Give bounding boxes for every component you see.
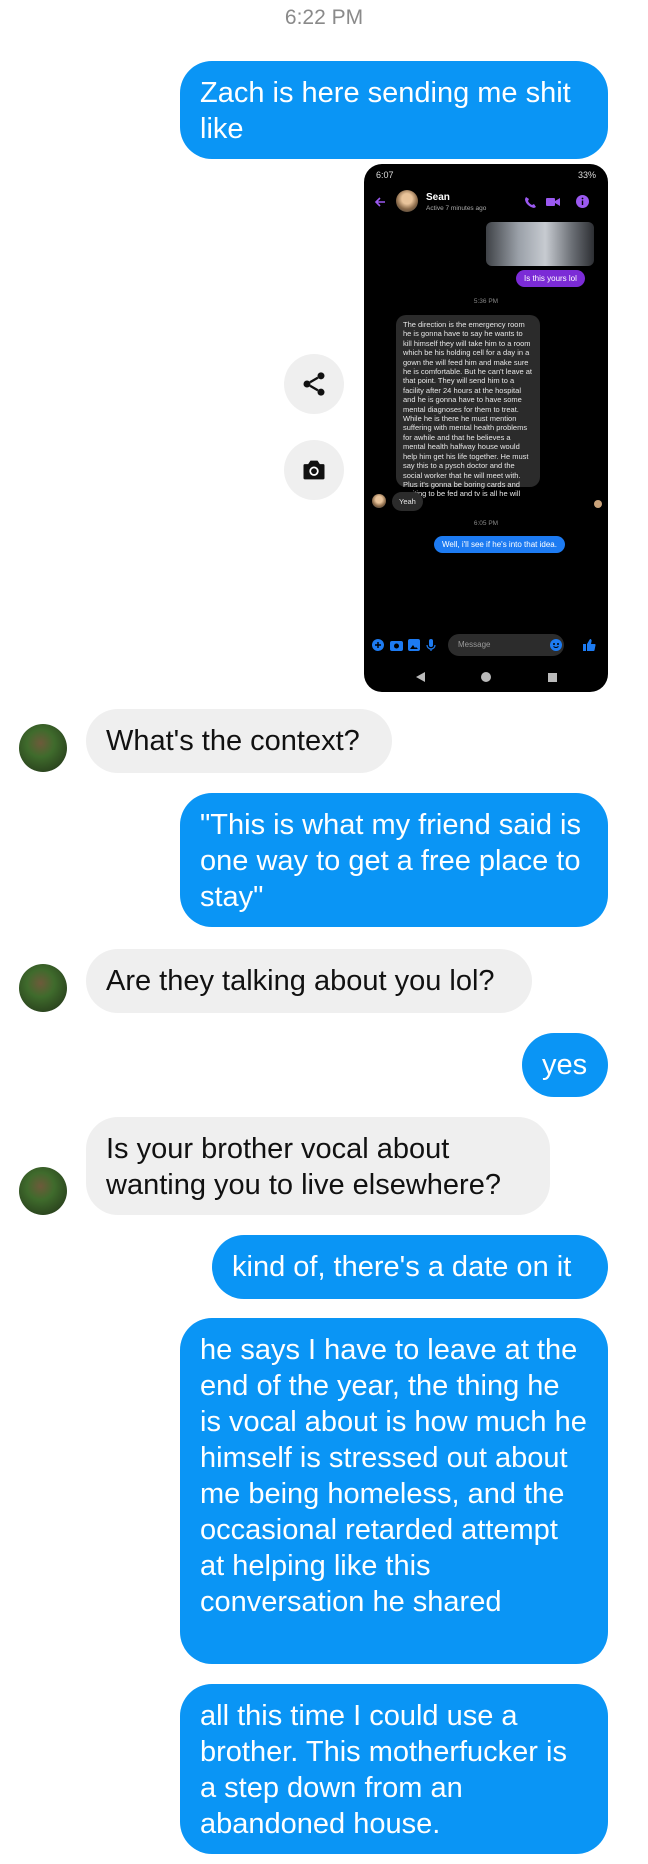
- sent-message[interactable]: kind of, there's a date on it: [212, 1235, 608, 1299]
- thumbs-up-icon: [583, 639, 596, 652]
- status-time: 6:07: [376, 170, 394, 180]
- message-text: all this time I could use a brother. Thi…: [200, 1700, 567, 1840]
- composer-bar: Message: [364, 630, 608, 660]
- received-message[interactable]: Is your brother vocal about wanting you …: [86, 1117, 550, 1215]
- contact-name: Sean: [426, 192, 450, 203]
- avatar[interactable]: [19, 1167, 67, 1215]
- camera-small-icon: [390, 641, 403, 651]
- contact-avatar-small: [372, 494, 386, 508]
- read-receipt: [594, 500, 602, 508]
- mic-icon: [426, 639, 436, 651]
- message-text: Are they talking about you lol?: [106, 965, 495, 997]
- phone-icon: [525, 197, 536, 208]
- screenshot-time-2: 6:05 PM: [473, 520, 499, 527]
- sent-message[interactable]: all this time I could use a brother. Thi…: [180, 1684, 608, 1854]
- back-arrow-icon: [374, 197, 385, 207]
- screenshot-time: 5:36 PM: [473, 298, 499, 305]
- message-text: "This is what my friend said is one way …: [200, 809, 581, 913]
- message-text: What's the context?: [106, 725, 360, 757]
- save-photo-button[interactable]: [284, 440, 344, 500]
- shared-photo: [486, 222, 594, 266]
- home-nav-icon: [481, 672, 491, 682]
- screenshot-sent-bubble: Is this yours lol: [516, 270, 585, 287]
- contact-avatar: [396, 190, 418, 212]
- message-text: he says I have to leave at the end of th…: [200, 1334, 587, 1618]
- screenshot-reply: Yeah: [392, 492, 423, 512]
- message-text: Zach is here sending me shit like: [200, 77, 571, 145]
- video-icon: [546, 198, 560, 206]
- contact-status: Active 7 minutes ago: [426, 205, 487, 212]
- received-message[interactable]: Are they talking about you lol?: [86, 949, 532, 1013]
- info-icon: [576, 195, 589, 208]
- sent-message[interactable]: Zach is here sending me shit like: [180, 61, 608, 159]
- screenshot-sent-bubble-2: Well, i'll see if he's into that idea.: [434, 536, 565, 553]
- message-text: Is your brother vocal about wanting you …: [106, 1133, 501, 1201]
- share-icon: [303, 372, 325, 396]
- message-text: kind of, there's a date on it: [232, 1251, 572, 1283]
- camera-icon: [303, 460, 325, 480]
- avatar[interactable]: [19, 724, 67, 772]
- emoji-icon: [550, 639, 562, 651]
- received-message[interactable]: What's the context?: [86, 709, 392, 773]
- chat-header: Sean Active 7 minutes ago: [364, 186, 608, 226]
- android-nav-bar: [364, 662, 608, 692]
- recents-nav-icon: [548, 673, 557, 682]
- message-input: Message: [448, 634, 564, 656]
- status-bar: 6:07 33%: [364, 164, 608, 186]
- avatar[interactable]: [19, 964, 67, 1012]
- sent-message[interactable]: yes: [522, 1033, 608, 1097]
- screenshot-long-message: The direction is the emergency room he i…: [396, 315, 540, 508]
- gallery-icon: [408, 639, 420, 651]
- message-text: yes: [542, 1049, 588, 1081]
- back-nav-icon: [416, 672, 425, 682]
- share-button[interactable]: [284, 354, 344, 414]
- timestamp: 6:22 PM: [284, 6, 364, 29]
- battery-level: 33%: [577, 170, 596, 180]
- sent-message[interactable]: "This is what my friend said is one way …: [180, 793, 608, 927]
- plus-icon: [372, 639, 384, 651]
- sent-message[interactable]: he says I have to leave at the end of th…: [180, 1318, 608, 1664]
- shared-screenshot[interactable]: 6:07 33% Sean Active 7 minutes ago Is th…: [364, 164, 608, 692]
